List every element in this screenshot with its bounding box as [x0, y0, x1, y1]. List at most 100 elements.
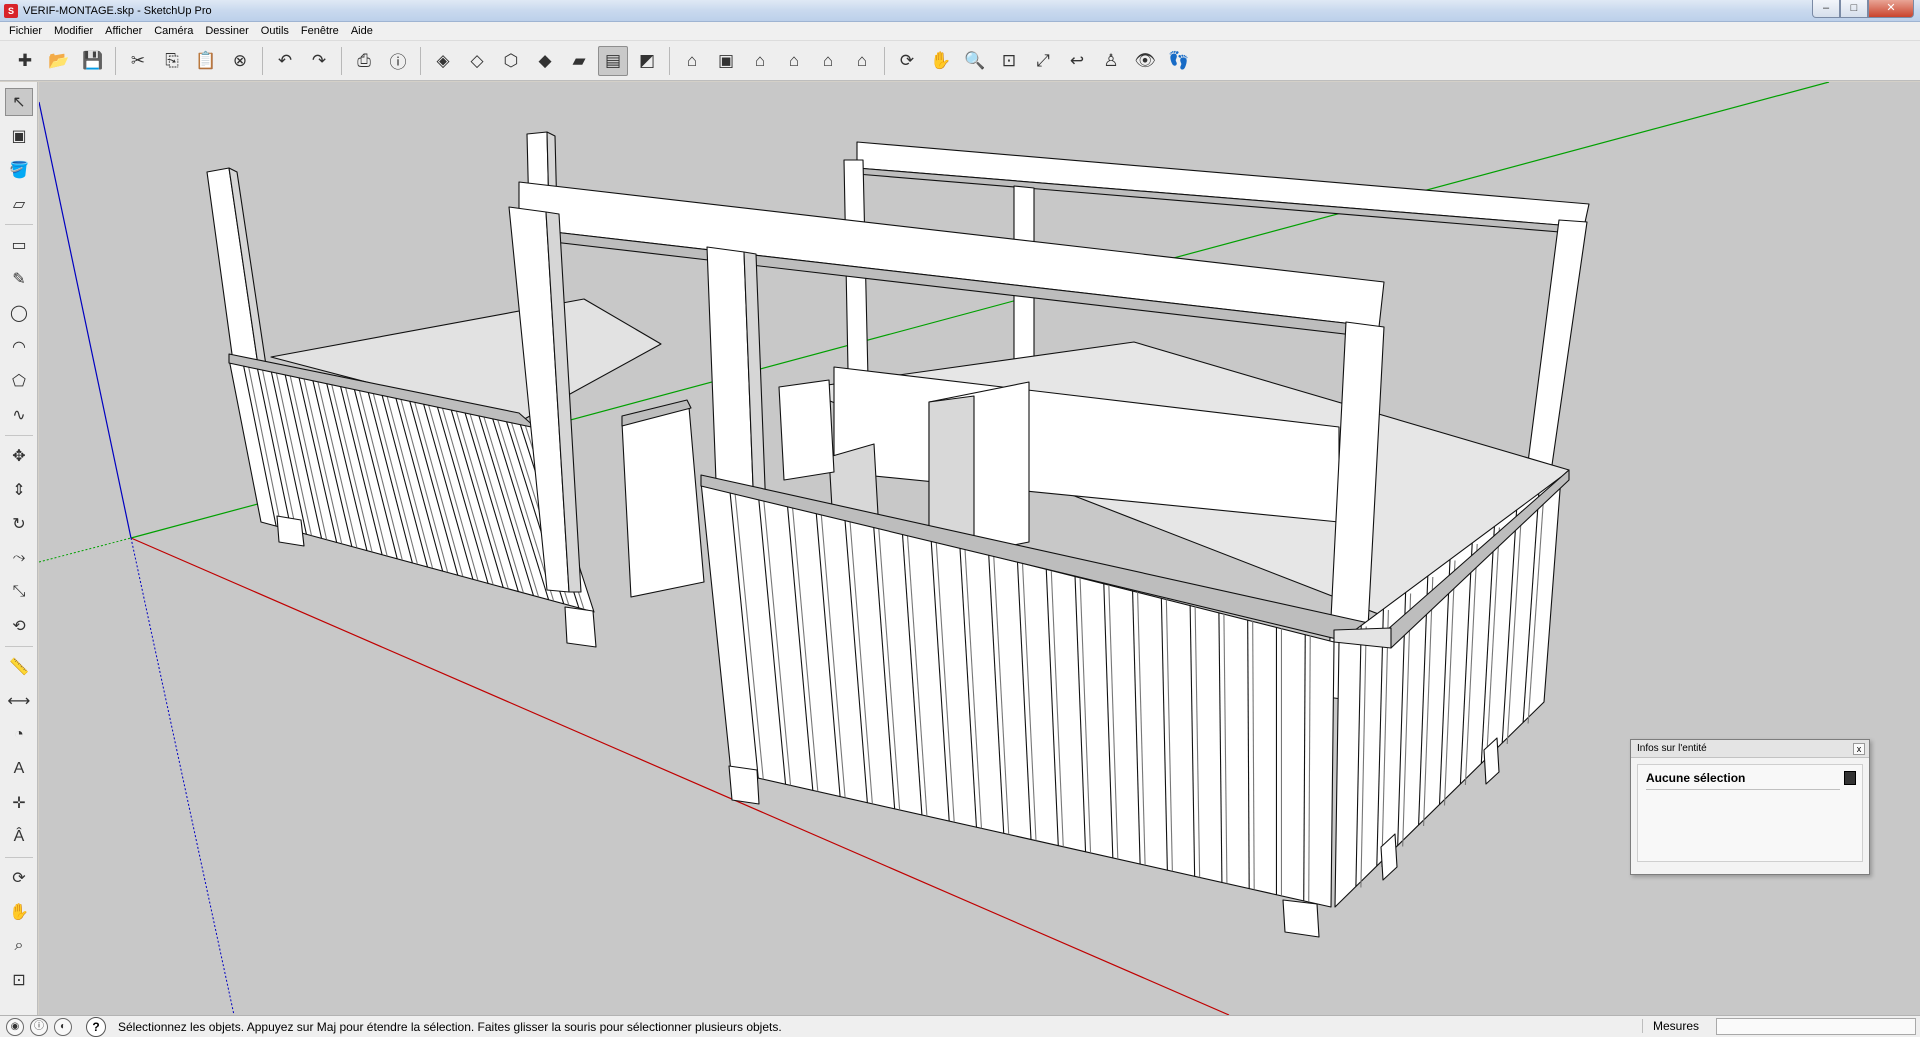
menu-dessiner[interactable]: Dessiner	[199, 25, 254, 37]
print-icon[interactable]: ⎙	[349, 46, 379, 76]
palette-separator	[5, 646, 33, 647]
orbit-icon[interactable]: ⟳	[892, 46, 922, 76]
freehand-icon[interactable]: ∿	[5, 401, 33, 429]
look-around-icon[interactable]: 👁	[1130, 46, 1160, 76]
back-edges-icon[interactable]: ◩	[632, 46, 662, 76]
circle-icon[interactable]: ◯	[5, 299, 33, 327]
help-icon[interactable]: ?	[86, 1016, 106, 1037]
model-info-icon[interactable]: ⓘ	[383, 46, 413, 76]
sketchup-logo-icon: S	[4, 3, 18, 18]
menu-fenetre[interactable]: Fenêtre	[295, 25, 345, 37]
rotate-icon[interactable]: ↻	[5, 510, 33, 538]
left-view-icon[interactable]: ⌂	[847, 46, 877, 76]
close-window-button[interactable]: ✕	[1868, 0, 1914, 18]
rectangle-icon[interactable]: ▭	[5, 231, 33, 259]
zoom-tool-icon[interactable]: ⌕	[5, 932, 33, 960]
palette-separator	[5, 435, 33, 436]
middle-connector-wall	[621, 406, 705, 598]
new-model-icon[interactable]: ✚	[10, 46, 40, 76]
z-axis-blue	[39, 101, 132, 539]
menu-fichier[interactable]: Fichier	[3, 25, 48, 37]
erase-icon[interactable]: ⊗	[225, 46, 255, 76]
panel-pin-icon[interactable]	[1844, 771, 1856, 785]
orbit-tool-icon[interactable]: ⟳	[5, 864, 33, 892]
main-toolbar: ✚ 📂 💾 ✂ ⎘ 📋 ⊗ ↶ ↷ ⎙ ⓘ ◈ ◇ ⬡ ◆ ▰ ▤ ◩ ⌂ ▣ ⌂ ⌂ ⌂ ⌂ ⟳ ✋ 🔍 ⊡ ⤢ ↩ ♙ 👁 👣	[0, 41, 1920, 81]
arc-icon[interactable]: ◠	[5, 333, 33, 361]
menu-afficher[interactable]: Afficher	[99, 25, 148, 37]
move-icon[interactable]: ✥	[5, 442, 33, 470]
wireframe-icon[interactable]: ◇	[462, 46, 492, 76]
shaded-textures-icon[interactable]: ▰	[564, 46, 594, 76]
left-leg-1	[276, 515, 305, 547]
geolocation-icon[interactable]: ◉	[6, 1017, 24, 1036]
selection-label: Aucune sélection	[1646, 771, 1746, 785]
dimension-icon[interactable]: ⟷	[5, 687, 33, 715]
open-folder-icon[interactable]: 📂	[44, 46, 74, 76]
undo-icon[interactable]: ↶	[270, 46, 300, 76]
right-view-icon[interactable]: ⌂	[779, 46, 809, 76]
entity-info-body: Aucune sélection	[1637, 764, 1863, 862]
text-icon[interactable]: A	[5, 755, 33, 783]
offset-icon[interactable]: ⟲	[5, 612, 33, 640]
previous-view-icon[interactable]: ↩	[1062, 46, 1092, 76]
measurements-label: Mesures	[1642, 1019, 1699, 1033]
menu-aide[interactable]: Aide	[345, 25, 379, 37]
follow-me-icon[interactable]: ⤳	[5, 544, 33, 572]
zoom-extents-icon[interactable]: ⤢	[1028, 46, 1058, 76]
menu-modifier[interactable]: Modifier	[48, 25, 99, 37]
pan-tool-icon[interactable]: ✋	[5, 898, 33, 926]
xray-icon[interactable]: ◈	[428, 46, 458, 76]
shaded-icon[interactable]: ◆	[530, 46, 560, 76]
entity-info-divider	[1646, 789, 1840, 790]
measurements-input[interactable]	[1716, 1018, 1916, 1035]
palette-separator	[5, 224, 33, 225]
z-axis-blue-negative	[130, 537, 235, 1015]
hidden-line-icon[interactable]: ⬡	[496, 46, 526, 76]
scene-drawing	[39, 82, 1830, 1015]
entity-info-panel: Infos sur l'entité x Aucune sélection	[1630, 739, 1870, 875]
entity-info-close-button[interactable]: x	[1853, 743, 1865, 755]
menu-camera[interactable]: Caméra	[148, 25, 199, 37]
3d-text-icon[interactable]: Â	[5, 823, 33, 851]
user-account-icon[interactable]: ◐	[54, 1017, 72, 1036]
pan-icon[interactable]: ✋	[926, 46, 956, 76]
iso-view-icon[interactable]: ⌂	[677, 46, 707, 76]
redo-icon[interactable]: ↷	[304, 46, 334, 76]
line-icon[interactable]: ✎	[5, 265, 33, 293]
zoom-window-icon[interactable]: ⊡	[994, 46, 1024, 76]
window-title: VERIF-MONTAGE.skp - SketchUp Pro	[23, 4, 212, 17]
maximize-button[interactable]: □	[1840, 0, 1868, 18]
select-icon[interactable]: ↖	[5, 88, 33, 116]
zoom-extents-tool-icon[interactable]: ⊡	[5, 966, 33, 994]
cut-icon[interactable]: ✂	[123, 46, 153, 76]
eraser-icon[interactable]: ▱	[5, 190, 33, 218]
minimize-button[interactable]: –	[1812, 0, 1840, 18]
save-icon[interactable]: 💾	[78, 46, 108, 76]
status-bar: ◉ ⓘ ◐ ? Sélectionnez les objets. Appuyez…	[0, 1015, 1920, 1037]
paint-bucket-icon[interactable]: 🪣	[5, 156, 33, 184]
polygon-icon[interactable]: ⬠	[5, 367, 33, 395]
make-component-icon[interactable]: ▣	[5, 122, 33, 150]
credits-icon[interactable]: ⓘ	[30, 1017, 48, 1036]
menu-outils[interactable]: Outils	[255, 25, 295, 37]
copy-icon[interactable]: ⎘	[157, 46, 187, 76]
paste-icon[interactable]: 📋	[191, 46, 221, 76]
toolbar-separator	[420, 46, 421, 75]
scale-icon[interactable]: ⤡	[5, 578, 33, 606]
y-axis-green-negative	[39, 537, 132, 563]
zoom-icon[interactable]: 🔍	[960, 46, 990, 76]
monochrome-icon[interactable]: ▤	[598, 45, 628, 76]
window-controls: – □ ✕	[1812, 0, 1914, 18]
top-view-icon[interactable]: ▣	[711, 46, 741, 76]
protractor-icon[interactable]: ◔	[5, 721, 33, 749]
toolbar-separator	[115, 46, 116, 75]
front-view-icon[interactable]: ⌂	[745, 46, 775, 76]
back-view-icon[interactable]: ⌂	[813, 46, 843, 76]
axes-icon[interactable]: ✛	[5, 789, 33, 817]
modeling-viewport[interactable]	[39, 82, 1920, 1015]
menu-bar: Fichier Modifier Afficher Caméra Dessiner Out…	[0, 22, 1920, 41]
walk-icon[interactable]: 👣	[1164, 46, 1194, 76]
position-camera-icon[interactable]: ♙	[1096, 46, 1126, 76]
push-pull-icon[interactable]: ⇕	[5, 476, 33, 504]
tape-measure-icon[interactable]: 📏	[5, 653, 33, 681]
